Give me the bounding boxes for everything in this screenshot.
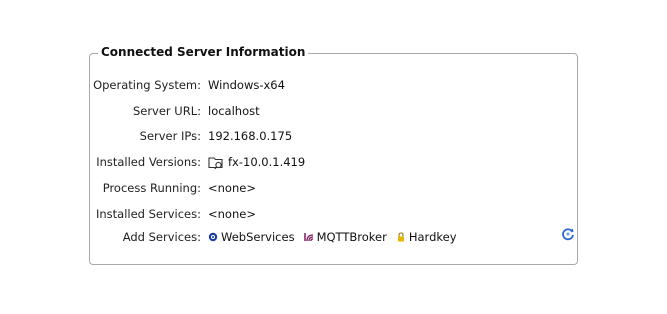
server-ips-label: Server IPs: (139, 129, 201, 143)
operating-system-row: Operating System: Windows-x64 (90, 76, 577, 94)
mqtt-icon (303, 233, 313, 242)
process-running-row: Process Running: <none> (90, 179, 577, 197)
operating-system-value: Windows-x64 (208, 78, 285, 92)
server-ips-row: Server IPs: 192.168.0.175 (90, 127, 577, 145)
add-services-label: Add Services: (122, 230, 201, 244)
server-url-row: Server URL: localhost (90, 102, 577, 120)
installed-services-value: <none> (208, 207, 256, 221)
installed-versions-text: fx-10.0.1.419 (228, 155, 306, 169)
server-ips-value: 192.168.0.175 (208, 129, 293, 143)
folder-search-icon[interactable] (208, 155, 224, 170)
server-url-value: localhost (208, 104, 260, 118)
connected-server-info-group: Connected Server Information Operating S… (89, 44, 578, 265)
add-services-list: WebServices MQTTBroker Hardkey (208, 228, 466, 246)
installed-versions-value[interactable]: fx-10.0.1.419 (208, 153, 305, 171)
hardkey-label: Hardkey (408, 230, 457, 244)
operating-system-label: Operating System: (93, 78, 201, 92)
lock-icon (397, 232, 404, 242)
globe-gear-icon (208, 232, 218, 242)
installed-services-row: Installed Services: <none> (90, 205, 577, 223)
mqttbroker-label: MQTTBroker (316, 230, 387, 244)
add-services-row: Add Services: WebServices MQTTBroker Har… (90, 228, 577, 246)
add-hardkey-link[interactable]: Hardkey (396, 228, 457, 246)
refresh-icon[interactable] (561, 227, 575, 241)
process-running-label: Process Running: (102, 181, 201, 195)
group-title: Connected Server Information (98, 44, 309, 60)
webservices-label: WebServices (221, 230, 295, 244)
process-running-value: <none> (208, 181, 256, 195)
add-mqttbroker-link[interactable]: MQTTBroker (303, 228, 387, 246)
installed-services-label: Installed Services: (95, 207, 201, 221)
server-url-label: Server URL: (132, 104, 201, 118)
add-webservices-link[interactable]: WebServices (208, 228, 295, 246)
installed-versions-row: Installed Versions: fx-10.0.1.419 (90, 153, 577, 171)
installed-versions-label: Installed Versions: (96, 155, 201, 169)
